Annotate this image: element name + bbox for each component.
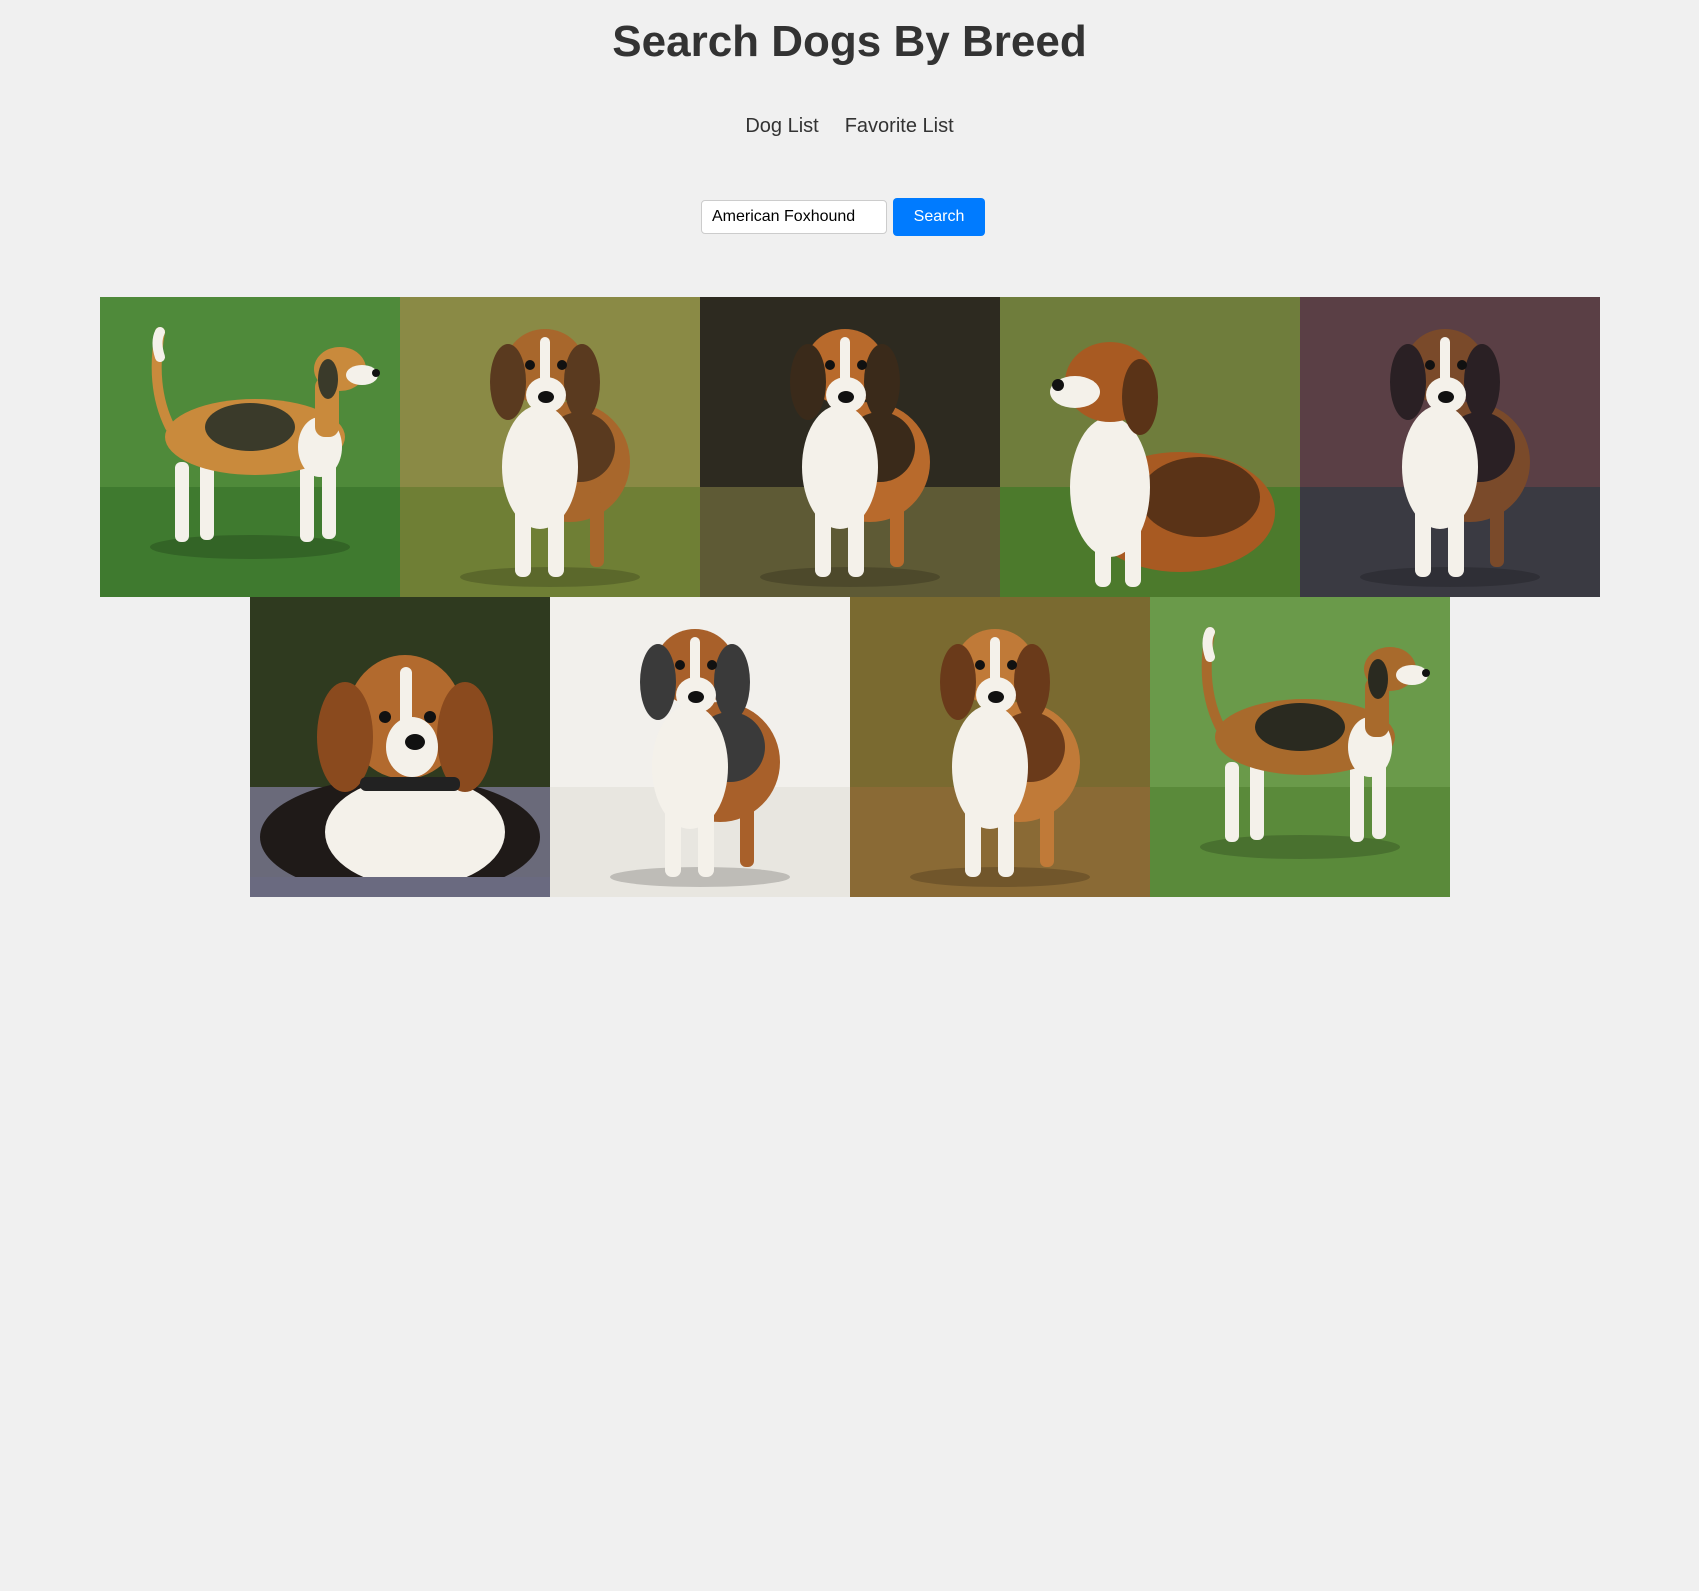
dog-photo-2[interactable]: [400, 297, 700, 597]
page-title: Search Dogs By Breed: [612, 17, 1087, 66]
nav-link-favorite-list[interactable]: Favorite List: [845, 112, 954, 140]
dog-photo-6[interactable]: [250, 597, 550, 897]
dog-photo-7[interactable]: [550, 597, 850, 897]
main-nav: Dog List Favorite List: [0, 112, 1699, 140]
nav-link-dog-list[interactable]: Dog List: [745, 112, 818, 140]
search-form: Search: [701, 198, 985, 236]
dog-image: [100, 297, 400, 597]
dog-image-gallery: [100, 297, 1600, 897]
dog-image: [550, 597, 850, 897]
dog-photo-1[interactable]: [100, 297, 400, 597]
dog-image: [1150, 597, 1450, 897]
dog-image: [400, 297, 700, 597]
dog-image: [250, 597, 550, 897]
breed-search-input[interactable]: [701, 200, 887, 234]
dog-image: [1300, 297, 1600, 597]
dog-photo-8[interactable]: [850, 597, 1150, 897]
dog-image: [700, 297, 1000, 597]
dog-image: [1000, 297, 1300, 597]
dog-photo-3[interactable]: [700, 297, 1000, 597]
dog-photo-9[interactable]: [1150, 597, 1450, 897]
dog-photo-5[interactable]: [1300, 297, 1600, 597]
search-button[interactable]: Search: [893, 198, 985, 236]
dog-photo-4[interactable]: [1000, 297, 1300, 597]
dog-image: [850, 597, 1150, 897]
